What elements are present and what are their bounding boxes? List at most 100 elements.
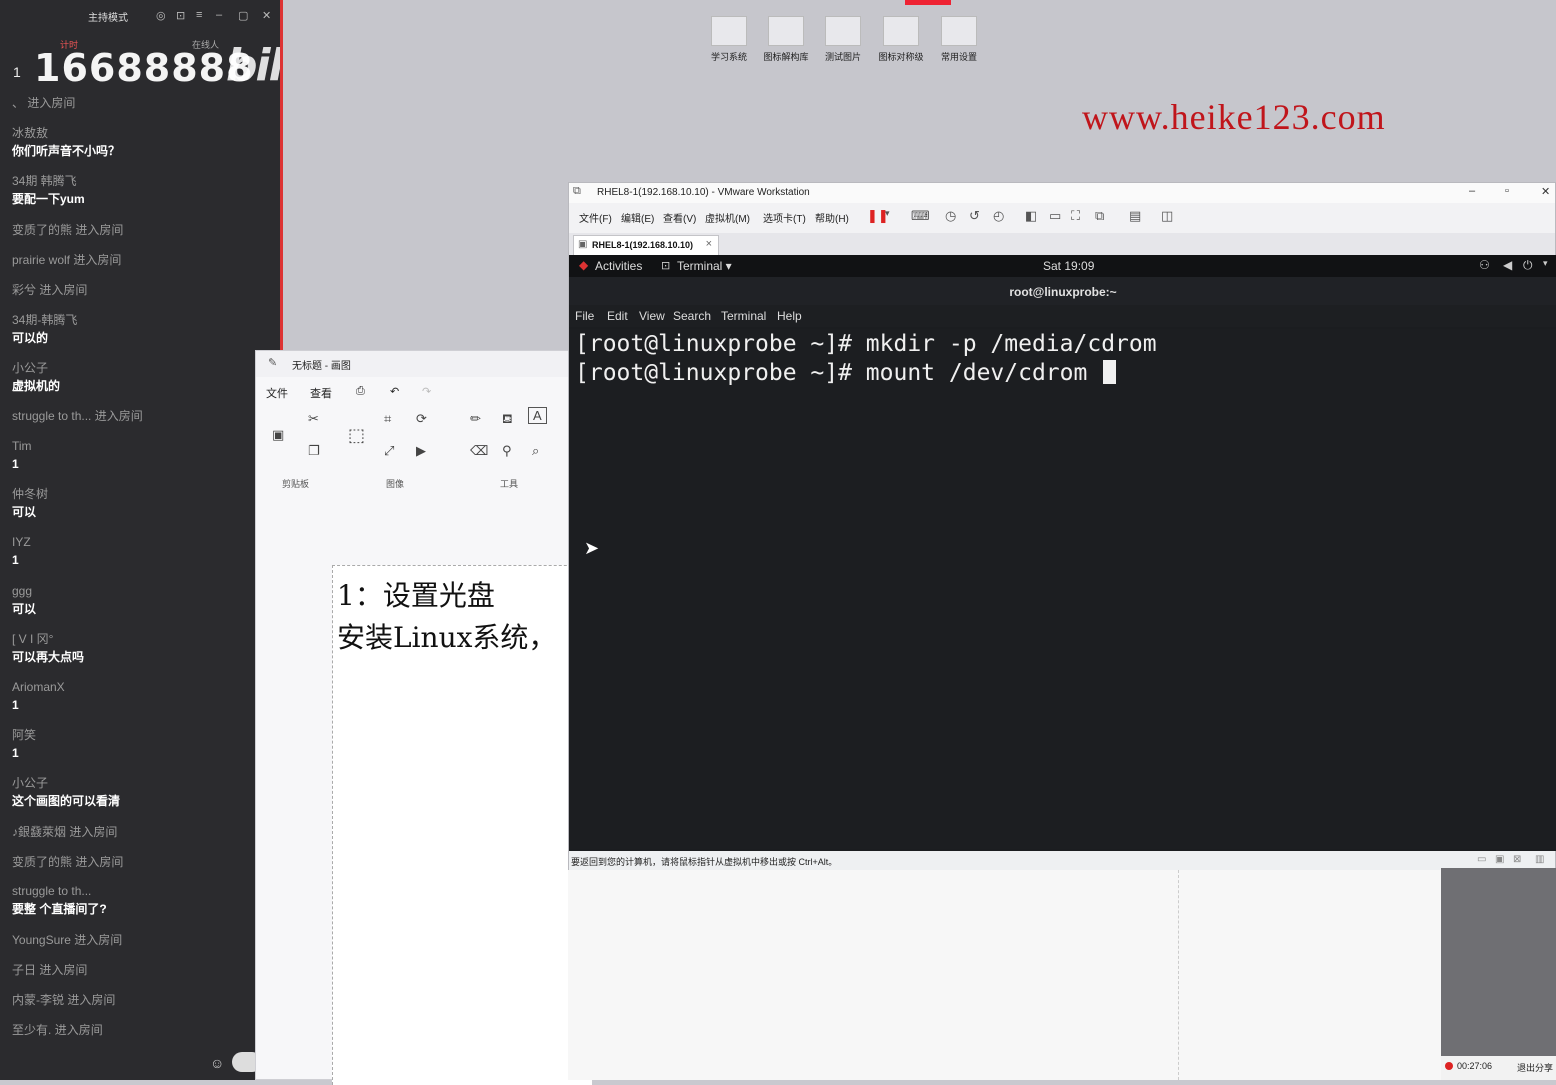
device-icon[interactable]: ▣ [1495,854,1504,865]
chat-username[interactable]: struggle to th... [12,409,91,423]
thumbnail-icon[interactable]: ▭ [1049,208,1061,224]
term-menu-file[interactable]: File [575,309,594,323]
activities-button[interactable]: Activities [595,259,642,273]
clock[interactable]: Sat 19:09 [1043,259,1094,273]
guest-screen[interactable]: ◆ Activities ⊡ Terminal ▾ Sat 19:09 ⚇ ◀ … [569,255,1556,851]
menu-icon[interactable]: ≡ [196,9,202,21]
desktop-shortcut[interactable]: 学习系统 [699,16,759,63]
chat-username[interactable]: 仲冬树 [12,487,48,501]
redo-icon[interactable]: ↷ [422,385,431,398]
chat-username[interactable]: 、 [12,96,24,110]
volume-icon[interactable]: ◀ [1503,258,1512,272]
desktop-shortcut[interactable]: 图标解构库 [756,16,816,63]
chevron-down-icon[interactable]: ▾ [885,208,890,219]
chat-username[interactable]: 阿笑 [12,728,36,742]
eye-icon[interactable]: ◎ [156,9,166,22]
crop-icon[interactable]: ⌗ [384,411,391,427]
magnifier-icon[interactable]: ⌕ [532,443,539,459]
flip-icon[interactable]: ▶ [416,443,426,459]
chat-username[interactable]: 子日 [12,963,36,977]
maximize-icon[interactable]: ▢ [238,9,248,22]
chat-username[interactable]: Tim [12,439,32,453]
undo-icon[interactable]: ↶ [390,385,399,398]
fullscreen-icon[interactable]: ⛶ [1071,208,1080,224]
menu-view[interactable]: 查看 [310,385,332,401]
revert-snapshot-icon[interactable]: ↺ [969,208,980,224]
maximize-icon[interactable]: ▫ [1505,185,1509,197]
vm-tab[interactable]: ▣ RHEL8-1(192.168.10.10) × [573,235,719,255]
chat-username[interactable]: [ V I 冈° [12,632,53,646]
color-picker-icon[interactable]: ⚲ [502,443,512,459]
snapshot-manager-icon[interactable]: ◴ [993,208,1004,224]
menu-file[interactable]: 文件 [266,385,288,401]
chat-username[interactable]: AriomanX [12,680,65,694]
minimize-icon[interactable]: – [216,9,222,21]
chat-username[interactable]: struggle to th... [12,884,91,898]
term-menu-search[interactable]: Search [673,309,711,323]
unity-icon[interactable]: ⧉ [1095,208,1104,224]
chat-username[interactable]: 内蒙-李锐 [12,993,64,1007]
desktop-shortcut[interactable]: 常用设置 [929,16,989,63]
paint-titlebar[interactable]: ✎ 无标题 - 画图 [256,351,584,377]
app-menu-terminal[interactable]: Terminal ▾ [677,259,732,273]
device-icon[interactable]: ▭ [1477,854,1486,865]
emoji-icon[interactable]: ☺ [210,1055,224,1071]
copy-icon[interactable]: ❐ [308,443,320,459]
text-icon[interactable]: A [528,407,547,424]
close-icon[interactable]: ✕ [262,9,271,22]
snapshot-icon[interactable]: ◷ [945,208,956,224]
minimize-icon[interactable]: – [1469,185,1475,197]
eraser-icon[interactable]: ⌫ [470,443,488,459]
menu-tabs[interactable]: 选项卡(T) [763,210,806,225]
chat-username[interactable]: 变质了的熊 [12,855,72,869]
term-menu-help[interactable]: Help [777,309,802,323]
device-icon[interactable]: ▥ [1535,854,1544,865]
desktop-shortcut[interactable]: 图标对称级 [871,16,931,63]
chat-username[interactable]: 至少有. [12,1023,51,1037]
menu-view[interactable]: 查看(V) [663,210,696,225]
chat-username[interactable]: 变质了的熊 [12,223,72,237]
terminal-body[interactable]: [root@linuxprobe ~]# mkdir -p /media/cdr… [569,329,1556,849]
chevron-down-icon[interactable]: ▾ [1543,258,1548,269]
rotate-icon[interactable]: ⟳ [416,411,427,427]
menu-edit[interactable]: 编辑(E) [621,210,654,225]
console-icon[interactable]: ▤ [1129,208,1141,224]
vmware-titlebar[interactable]: ⧉ RHEL8-1(192.168.10.10) - VMware Workst… [569,183,1555,203]
resize-icon[interactable]: ⤢ [384,443,394,459]
chat-username[interactable]: YoungSure [12,933,71,947]
term-menu-view[interactable]: View [639,309,665,323]
paste-icon[interactable]: ▣ [272,427,284,443]
term-menu-edit[interactable]: Edit [607,309,628,323]
select-icon[interactable]: ⬚ [348,425,365,446]
view-options-icon[interactable]: ◫ [1161,208,1173,224]
menu-help[interactable]: 帮助(H) [815,210,849,225]
chat-username[interactable]: ggg [12,584,32,598]
layout-icon[interactable]: ⊡ [176,9,185,22]
power-icon[interactable]: ⏻ [1523,258,1533,273]
device-icon[interactable]: ⊠ [1513,854,1521,865]
chat-username[interactable]: ♪銀鼗萊烟 [12,825,66,839]
paint-canvas[interactable]: 1：设置光盘 安装Linux系统， [332,565,592,1085]
network-icon[interactable]: ⚇ [1479,258,1490,272]
term-menu-terminal[interactable]: Terminal [721,309,766,323]
sidebar-icon[interactable]: ◧ [1025,208,1037,224]
chat-username[interactable]: 彩兮 [12,283,36,297]
menu-vm[interactable]: 虚拟机(M) [705,210,750,225]
menu-file[interactable]: 文件(F) [579,210,612,225]
desktop-shortcut[interactable]: 测试图片 [813,16,873,63]
chat-username[interactable]: 小公子 [12,776,48,790]
save-icon[interactable]: ⎙ [356,385,365,398]
send-keys-icon[interactable]: ⌨ [911,208,930,224]
cut-icon[interactable]: ✂ [308,411,319,427]
chat-username[interactable]: 冰敖敖 [12,126,48,140]
chat-username[interactable]: 34期 韩腾飞 [12,174,77,188]
chat-username[interactable]: 小公子 [12,361,48,375]
fill-icon[interactable]: ⛾ [502,411,513,429]
chat-username[interactable]: IYZ [12,535,31,549]
close-icon[interactable]: ✕ [1541,185,1550,198]
host-mode-label[interactable]: 主持模式 [88,9,128,24]
close-tab-icon[interactable]: × [706,238,712,250]
exit-share-button[interactable]: 退出分享 [1517,1061,1553,1074]
chat-username[interactable]: prairie wolf [12,253,70,267]
chat-username[interactable]: 34期-韩腾飞 [12,313,77,327]
